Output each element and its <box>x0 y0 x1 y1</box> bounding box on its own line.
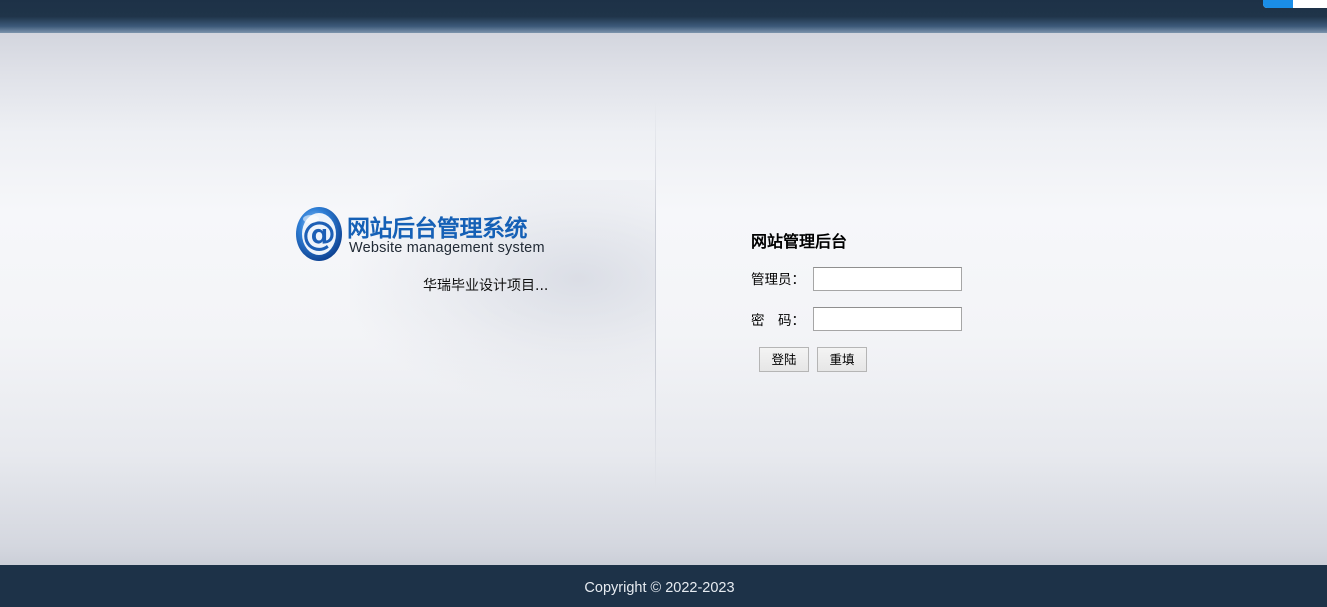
corner-widget-accent <box>1263 0 1293 8</box>
vertical-divider <box>655 100 656 490</box>
password-input[interactable] <box>813 307 962 331</box>
username-label: 管理员： <box>751 272 805 288</box>
project-note: 华瑞毕业设计项目... <box>423 278 549 294</box>
corner-widget[interactable] <box>1263 0 1327 8</box>
at-sign-logo-icon: @ <box>296 207 342 261</box>
logo-subtitle: Website management system <box>349 240 545 256</box>
login-title: 网站管理后台 <box>751 232 848 251</box>
reset-button[interactable]: 重填 <box>817 347 867 372</box>
login-page: @ 网站后台管理系统 Website management system 华瑞毕… <box>0 0 1327 607</box>
password-label: 密 码： <box>751 313 805 329</box>
login-button[interactable]: 登陆 <box>759 347 809 372</box>
username-input[interactable] <box>813 267 962 291</box>
top-header-bar <box>0 0 1327 33</box>
footer: Copyright © 2022-2023 <box>0 565 1327 607</box>
copyright-text: Copyright © 2022-2023 <box>584 580 735 596</box>
logo-title: 网站后台管理系统 <box>347 216 528 242</box>
site-logo: @ 网站后台管理系统 Website management system <box>295 205 545 265</box>
